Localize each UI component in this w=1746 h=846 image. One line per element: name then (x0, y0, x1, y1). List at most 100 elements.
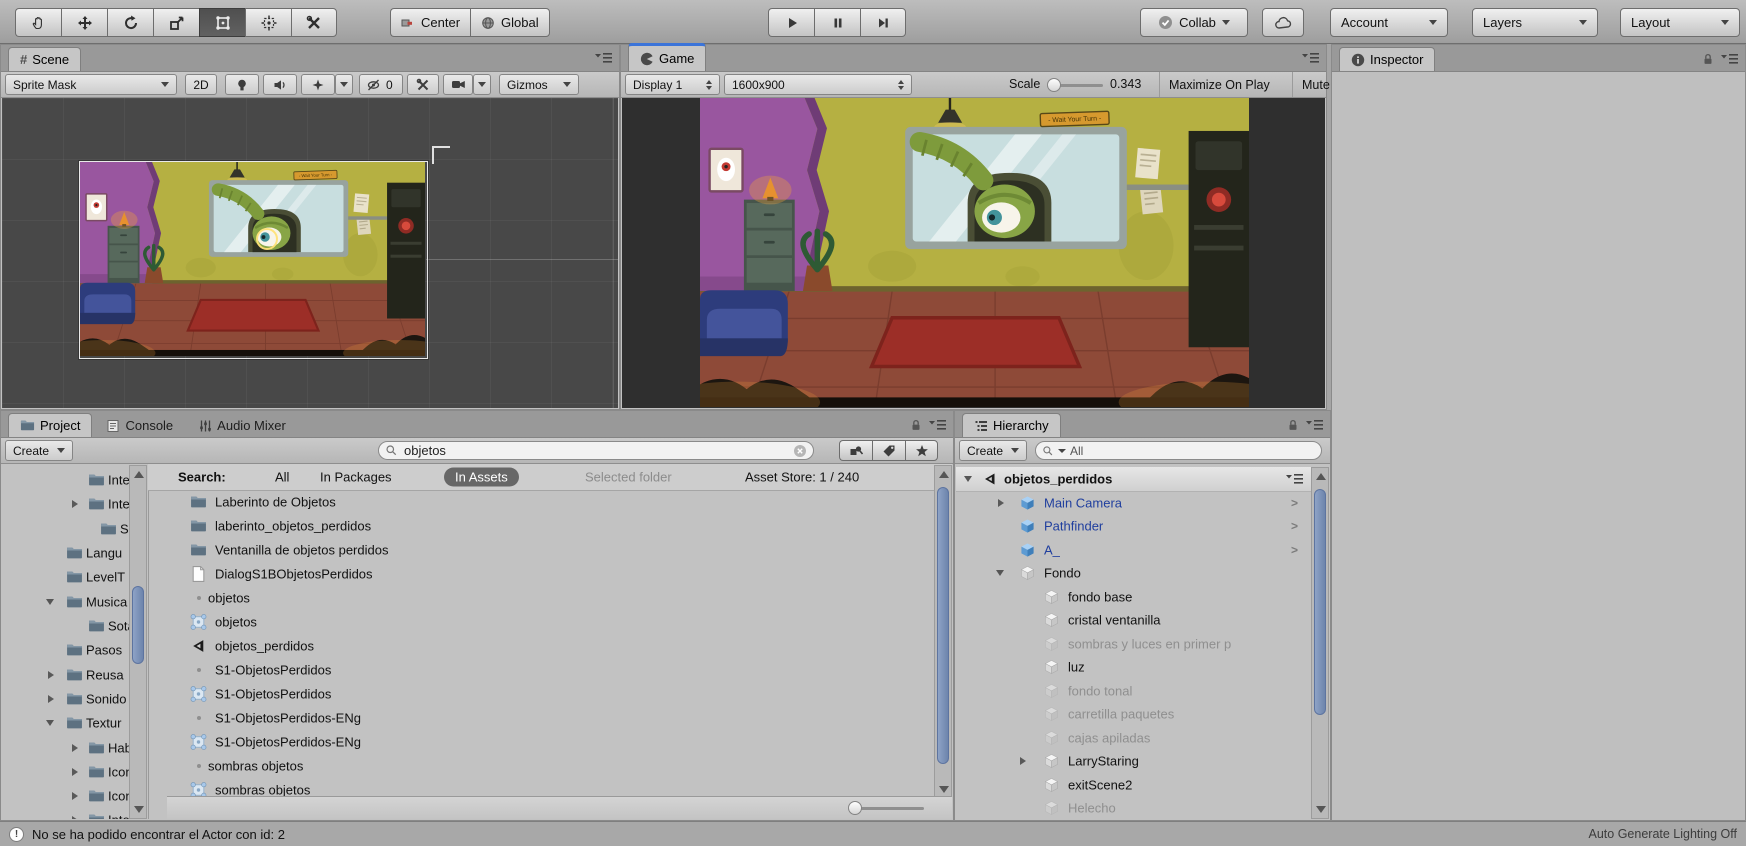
resolution-dropdown[interactable]: 1600x900 (724, 74, 912, 95)
layers-dropdown[interactable]: Layers (1472, 8, 1598, 37)
file-row[interactable]: sombras objetos (148, 754, 933, 778)
panel-menu-icon[interactable] (595, 52, 612, 64)
hierarchy-row[interactable]: cajas apiladas (956, 726, 1311, 750)
panel-menu-icon[interactable] (1721, 53, 1738, 65)
hierarchy-row[interactable]: fondo base (956, 585, 1311, 609)
tree-row[interactable]: Sonido (2, 687, 148, 711)
file-row[interactable]: S1-ObjetosPerdidos (148, 658, 933, 682)
scene-camera-dropdown[interactable] (473, 74, 491, 95)
account-dropdown[interactable]: Account (1330, 8, 1448, 37)
hierarchy-search-field[interactable]: All (1035, 441, 1322, 460)
file-row[interactable]: objetos (148, 586, 933, 610)
collapse-arrow-icon[interactable] (996, 570, 1004, 576)
clear-search-icon[interactable] (793, 444, 807, 458)
scroll-down-icon[interactable] (1316, 806, 1326, 813)
hierarchy-row[interactable]: Main Camera> (956, 491, 1311, 515)
scene-viewport[interactable] (2, 98, 618, 408)
project-create-dropdown[interactable]: Create (5, 440, 73, 461)
hierarchy-scrollbar[interactable] (1311, 467, 1329, 819)
tree-row[interactable]: Inte (2, 808, 148, 819)
thumbnail-slider-thumb[interactable] (848, 801, 862, 815)
rotate-tool-button[interactable] (107, 8, 153, 37)
scale-slider-thumb[interactable] (1047, 78, 1061, 92)
scroll-up-icon[interactable] (939, 471, 949, 478)
lock-icon[interactable] (1286, 418, 1300, 432)
hierarchy-row[interactable]: exitScene2 (956, 773, 1311, 797)
scene-menu-icon[interactable] (1286, 473, 1303, 485)
hierarchy-row[interactable]: Fondo (956, 562, 1311, 586)
file-row[interactable]: objetos_perdidos (148, 634, 933, 658)
tree-row[interactable]: LevelT (2, 565, 148, 589)
draw-mode-dropdown[interactable]: Sprite Mask (5, 74, 177, 95)
hierarchy-row[interactable]: sombras y luces en primer p (956, 632, 1311, 656)
2d-mode-button[interactable]: 2D (185, 74, 217, 95)
scroll-up-icon[interactable] (1316, 473, 1326, 480)
rect-tool-handle[interactable] (432, 146, 450, 164)
tab-game[interactable]: Game (628, 43, 706, 71)
hidden-objects-button[interactable]: 0 (359, 74, 403, 95)
expand-arrow-icon[interactable] (72, 792, 78, 800)
scene-header-row[interactable]: objetos_perdidos (956, 467, 1311, 492)
step-button[interactable] (860, 8, 906, 37)
tab-scene[interactable]: #Scene (8, 47, 81, 71)
expand-arrow-icon[interactable] (72, 768, 78, 776)
collapse-arrow-icon[interactable] (46, 599, 54, 605)
hierarchy-create-dropdown[interactable]: Create (959, 440, 1027, 461)
tree-scrollbar-thumb[interactable] (132, 586, 144, 664)
scroll-up-icon[interactable] (134, 471, 144, 478)
panel-menu-icon[interactable] (1302, 52, 1319, 64)
hierarchy-scrollbar-thumb[interactable] (1314, 489, 1326, 715)
move-tool-button[interactable] (61, 8, 107, 37)
rect-tool-button[interactable] (199, 8, 245, 37)
scale-tool-button[interactable] (153, 8, 199, 37)
tree-row[interactable]: Reusa (2, 663, 148, 687)
search-filter-chevron-icon[interactable] (1058, 449, 1066, 453)
tab-audio-mixer[interactable]: Audio Mixer (187, 414, 297, 437)
tree-row[interactable]: Inte (2, 468, 148, 492)
hierarchy-row[interactable]: cristal ventanilla (956, 609, 1311, 633)
filter-selected-folder[interactable]: Selected folder (585, 470, 672, 485)
scene-fx-dropdown[interactable] (335, 74, 353, 95)
hierarchy-row[interactable]: fondo tonal (956, 679, 1311, 703)
game-viewport[interactable] (622, 98, 1325, 408)
custom-tool-button[interactable] (291, 8, 337, 37)
tree-row[interactable]: Langu (2, 541, 148, 565)
search-input[interactable] (402, 442, 789, 459)
collapse-arrow-icon[interactable] (964, 476, 972, 482)
expand-arrow-icon[interactable] (48, 695, 54, 703)
pause-button[interactable] (814, 8, 860, 37)
file-row[interactable]: Laberinto de Objetos (148, 490, 933, 514)
layout-dropdown[interactable]: Layout (1620, 8, 1740, 37)
prefab-chevron-icon[interactable]: > (1291, 543, 1298, 557)
hierarchy-row[interactable]: luz (956, 656, 1311, 680)
file-row[interactable]: sombras objetos (148, 778, 933, 797)
tab-console[interactable]: Console (95, 414, 184, 437)
prefab-chevron-icon[interactable]: > (1291, 496, 1298, 510)
pivot-center-button[interactable]: Center (390, 8, 470, 37)
thumbnail-slider-track[interactable] (854, 807, 924, 810)
tab-hierarchy[interactable]: Hierarchy (962, 413, 1061, 437)
expand-arrow-icon[interactable] (72, 744, 78, 752)
search-by-type-button[interactable] (839, 440, 872, 461)
scene-tools-button[interactable] (407, 74, 439, 95)
collapse-arrow-icon[interactable] (46, 720, 54, 726)
file-row[interactable]: Ventanilla de objetos perdidos (148, 538, 933, 562)
scroll-down-icon[interactable] (939, 786, 949, 793)
file-row[interactable]: objetos (148, 610, 933, 634)
hierarchy-row[interactable]: A_> (956, 538, 1311, 562)
pan-tool-button[interactable] (15, 8, 61, 37)
expand-arrow-icon[interactable] (48, 671, 54, 679)
tree-row[interactable]: Icon (2, 784, 148, 808)
file-row[interactable]: S1-ObjetosPerdidos-ENg (148, 730, 933, 754)
tab-inspector[interactable]: Inspector (1339, 47, 1435, 71)
cloud-button[interactable] (1262, 8, 1304, 37)
tree-row[interactable]: Sota (2, 614, 148, 638)
file-list-scrollbar[interactable] (934, 465, 952, 799)
tree-row[interactable]: Icon (2, 760, 148, 784)
transform-tool-button[interactable] (245, 8, 291, 37)
expand-arrow-icon[interactable] (998, 499, 1004, 507)
filter-all[interactable]: All (275, 470, 289, 485)
scene-lighting-button[interactable] (225, 74, 259, 95)
filter-asset-store[interactable]: Asset Store: 1 / 240 (745, 470, 859, 485)
play-button[interactable] (768, 8, 814, 37)
